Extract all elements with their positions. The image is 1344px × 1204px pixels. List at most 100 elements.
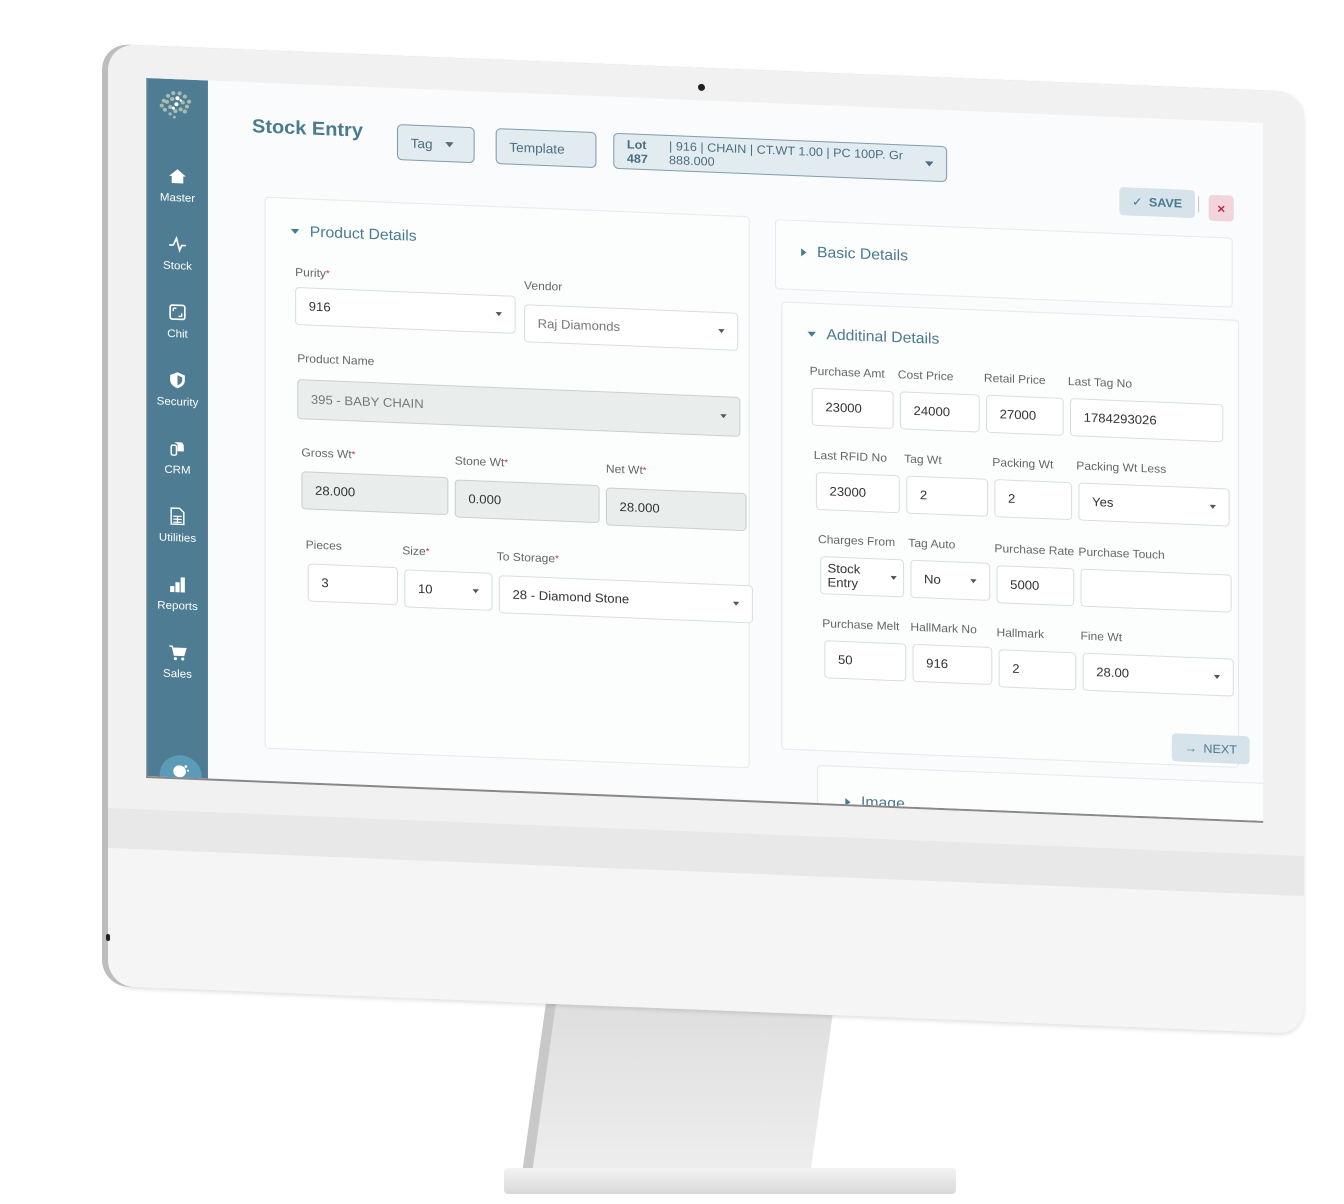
caret-down-icon — [718, 328, 725, 334]
retail-price-input[interactable]: 27000 — [985, 394, 1064, 436]
caret-down-icon — [445, 141, 454, 147]
sidebar-item-label: CRM — [164, 463, 191, 477]
sidebar-item-label: Security — [156, 395, 199, 410]
spreadsheet-icon — [170, 507, 185, 526]
sidebar-item-label: Master — [159, 191, 196, 205]
next-label: NEXT — [1203, 741, 1237, 757]
home-icon — [169, 169, 186, 184]
purchase-melt-input[interactable]: 50 — [824, 640, 907, 682]
sidebar-item-sales[interactable]: Sales — [147, 642, 208, 683]
sidebar-item-utilities[interactable]: Utilities — [147, 506, 208, 547]
packing-wt-input[interactable]: 2 — [994, 479, 1073, 521]
tag-auto-select[interactable]: No — [910, 559, 991, 601]
size-label: Size* — [402, 545, 430, 559]
additional-details-header[interactable]: Additinal Details — [807, 326, 939, 348]
purchase-amt-input[interactable]: 23000 — [811, 387, 894, 430]
lot-selector[interactable]: Lot 487 | 916 | CHAIN | CT.WT 1.00 | PC … — [613, 132, 948, 183]
divider — [1198, 196, 1200, 213]
sidebar-item-label: Reports — [157, 599, 198, 614]
sidebar-item-stock[interactable]: Stock — [147, 234, 208, 275]
sidebar: Master Stock Chit Security CRM Utilities — [147, 78, 208, 797]
template-label: Template — [509, 139, 565, 157]
vendor-label: Vendor — [524, 280, 563, 294]
caret-down-icon — [1213, 674, 1221, 680]
collapse-icon — [807, 331, 816, 337]
sidebar-item-reports[interactable]: Reports — [147, 574, 208, 615]
packing-wt-less-select[interactable]: Yes — [1078, 482, 1230, 527]
crm-icon — [170, 442, 184, 456]
sidebar-item-label: Chit — [167, 327, 188, 341]
caret-down-icon — [1209, 504, 1216, 509]
activity-icon — [169, 235, 186, 253]
stone-wt-input[interactable]: 0.000 — [454, 479, 600, 524]
packing-wt-label: Packing Wt — [992, 456, 1054, 472]
side-port — [106, 933, 110, 942]
close-icon: × — [1217, 200, 1226, 216]
caret-down-icon — [732, 601, 740, 606]
purchase-touch-input[interactable] — [1080, 568, 1232, 613]
product-name-select[interactable]: 395 - BABY CHAIN — [297, 379, 741, 437]
purity-select[interactable]: 916 — [295, 286, 516, 334]
template-button[interactable]: Template — [495, 128, 597, 169]
lightbulb-icon — [173, 765, 190, 778]
check-icon: ✓ — [1131, 194, 1143, 210]
hallmark-input[interactable]: 2 — [998, 649, 1077, 691]
sidebar-item-label: Utilities — [158, 531, 197, 546]
last-tag-no-label: Last Tag No — [1067, 376, 1133, 391]
monitor: Master Stock Chit Security CRM Utilities — [0, 0, 1344, 1204]
tag-auto-label: Tag Auto — [908, 537, 956, 552]
expand-icon — [169, 304, 186, 321]
section-title: Product Details — [309, 223, 417, 245]
fine-wt-select[interactable]: 28.00 — [1082, 652, 1234, 697]
basic-details-header[interactable]: Basic Details — [801, 243, 908, 265]
retail-price-label: Retail Price — [983, 372, 1046, 388]
arrow-right-icon: → — [1184, 740, 1198, 756]
to-storage-label: To Storage* — [496, 551, 559, 566]
gross-wt-input[interactable]: 28.000 — [301, 471, 449, 516]
tag-wt-label: Tag Wt — [904, 453, 942, 467]
cart-icon — [169, 645, 187, 661]
save-button[interactable]: ✓ SAVE — [1119, 187, 1195, 219]
sidebar-item-security[interactable]: Security — [147, 370, 208, 411]
net-wt-label: Net Wt* — [605, 463, 647, 477]
caret-down-icon — [890, 575, 897, 581]
size-select[interactable]: 10 — [404, 569, 493, 611]
sidebar-item-chit[interactable]: Chit — [147, 302, 208, 343]
purchase-rate-input[interactable]: 5000 — [996, 565, 1075, 607]
caret-down-icon — [925, 160, 934, 167]
tag-wt-input[interactable]: 2 — [906, 475, 989, 517]
caret-down-icon — [495, 312, 502, 317]
lot-number: Lot 487 — [626, 137, 648, 167]
last-tag-no-input[interactable]: 1784293026 — [1070, 398, 1224, 443]
cost-price-input[interactable]: 24000 — [899, 391, 980, 433]
to-storage-select[interactable]: 28 - Diamond Stone — [498, 575, 753, 624]
charges-from-select[interactable]: Stock Entry — [820, 556, 905, 598]
pieces-input[interactable]: 3 — [307, 563, 398, 606]
next-button[interactable]: → NEXT — [1171, 733, 1250, 765]
sidebar-item-crm[interactable]: CRM — [147, 438, 208, 479]
bar-chart-icon — [170, 577, 185, 593]
sidebar-item-master[interactable]: Master — [147, 166, 208, 207]
screen: Master Stock Chit Security CRM Utilities — [146, 78, 1264, 823]
purchase-amt-label: Purchase Amt — [809, 365, 885, 381]
monitor-stand-base — [504, 1168, 956, 1194]
vendor-select[interactable]: Raj Diamonds — [524, 304, 739, 351]
product-name-label: Product Name — [297, 353, 375, 369]
tag-dropdown[interactable]: Tag — [396, 124, 475, 164]
shield-icon — [170, 372, 185, 389]
section-title: Basic Details — [816, 243, 908, 265]
net-wt-input[interactable]: 28.000 — [605, 487, 747, 532]
purchase-touch-label: Purchase Touch — [1078, 546, 1165, 562]
close-button[interactable]: × — [1208, 194, 1234, 222]
additional-details-card: Additinal Details Purchase Amt 23000 Cos… — [781, 301, 1240, 768]
pieces-label: Pieces — [305, 539, 342, 553]
fine-wt-label: Fine Wt — [1080, 630, 1123, 645]
save-label: SAVE — [1148, 195, 1183, 211]
caret-down-icon — [970, 579, 977, 584]
lot-details: | 916 | CHAIN | CT.WT 1.00 | PC 100P. Gr… — [669, 139, 903, 169]
stone-wt-label: Stone Wt* — [454, 455, 509, 470]
product-details-header[interactable]: Product Details — [290, 223, 417, 245]
main-content: Stock Entry Tag Template Lot 487 | 916 |… — [208, 80, 1264, 823]
last-rfid-no-input[interactable]: 23000 — [815, 471, 900, 514]
hallmark-no-input[interactable]: 916 — [912, 643, 993, 685]
